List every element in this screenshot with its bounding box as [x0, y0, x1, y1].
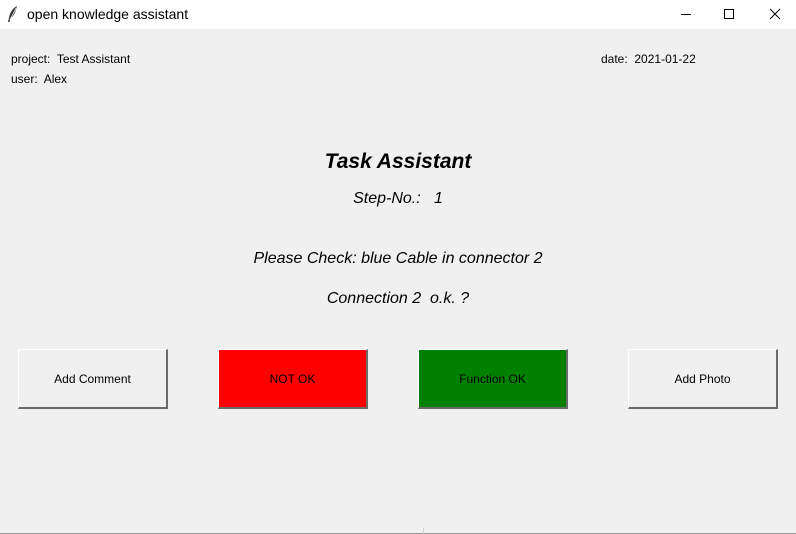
add-photo-button[interactable]: Add Photo — [628, 349, 778, 409]
step-number: Step-No.: 1 — [0, 190, 796, 208]
minimize-icon — [680, 5, 692, 24]
maximize-button[interactable] — [706, 0, 752, 29]
date-value: 2021-01-22 — [634, 52, 696, 66]
date-label: date: — [601, 52, 628, 66]
not-ok-button[interactable]: NOT OK — [218, 349, 368, 409]
project-label: project: — [11, 52, 51, 66]
step-value: 1 — [434, 190, 443, 207]
project-value: Test Assistant — [56, 52, 131, 66]
date-info: date: 2021-01-22 — [601, 52, 696, 66]
feather-icon — [7, 5, 19, 23]
instruction-text: Please Check: blue Cable in connector 2 — [253, 250, 543, 267]
minimize-button[interactable] — [663, 0, 709, 29]
user-label: user: — [11, 72, 38, 86]
add-comment-button[interactable]: Add Comment — [18, 349, 168, 409]
app-window: open knowledge assistant project: Test A… — [0, 0, 796, 534]
page-title: Task Assistant — [324, 150, 472, 173]
project-info: project: Test Assistant — [11, 52, 130, 66]
maximize-icon — [723, 5, 735, 24]
function-ok-button[interactable]: Function OK — [418, 349, 568, 409]
close-button[interactable] — [752, 0, 796, 29]
user-info: user: Alex — [11, 72, 67, 86]
window-title: open knowledge assistant — [27, 6, 189, 22]
step-label: Step-No.: — [353, 190, 421, 207]
user-value: Alex — [43, 72, 68, 86]
title-bar[interactable]: open knowledge assistant — [0, 0, 796, 29]
divider — [423, 528, 424, 534]
close-icon — [769, 5, 781, 24]
question-text: Connection 2 o.k. ? — [326, 290, 470, 307]
